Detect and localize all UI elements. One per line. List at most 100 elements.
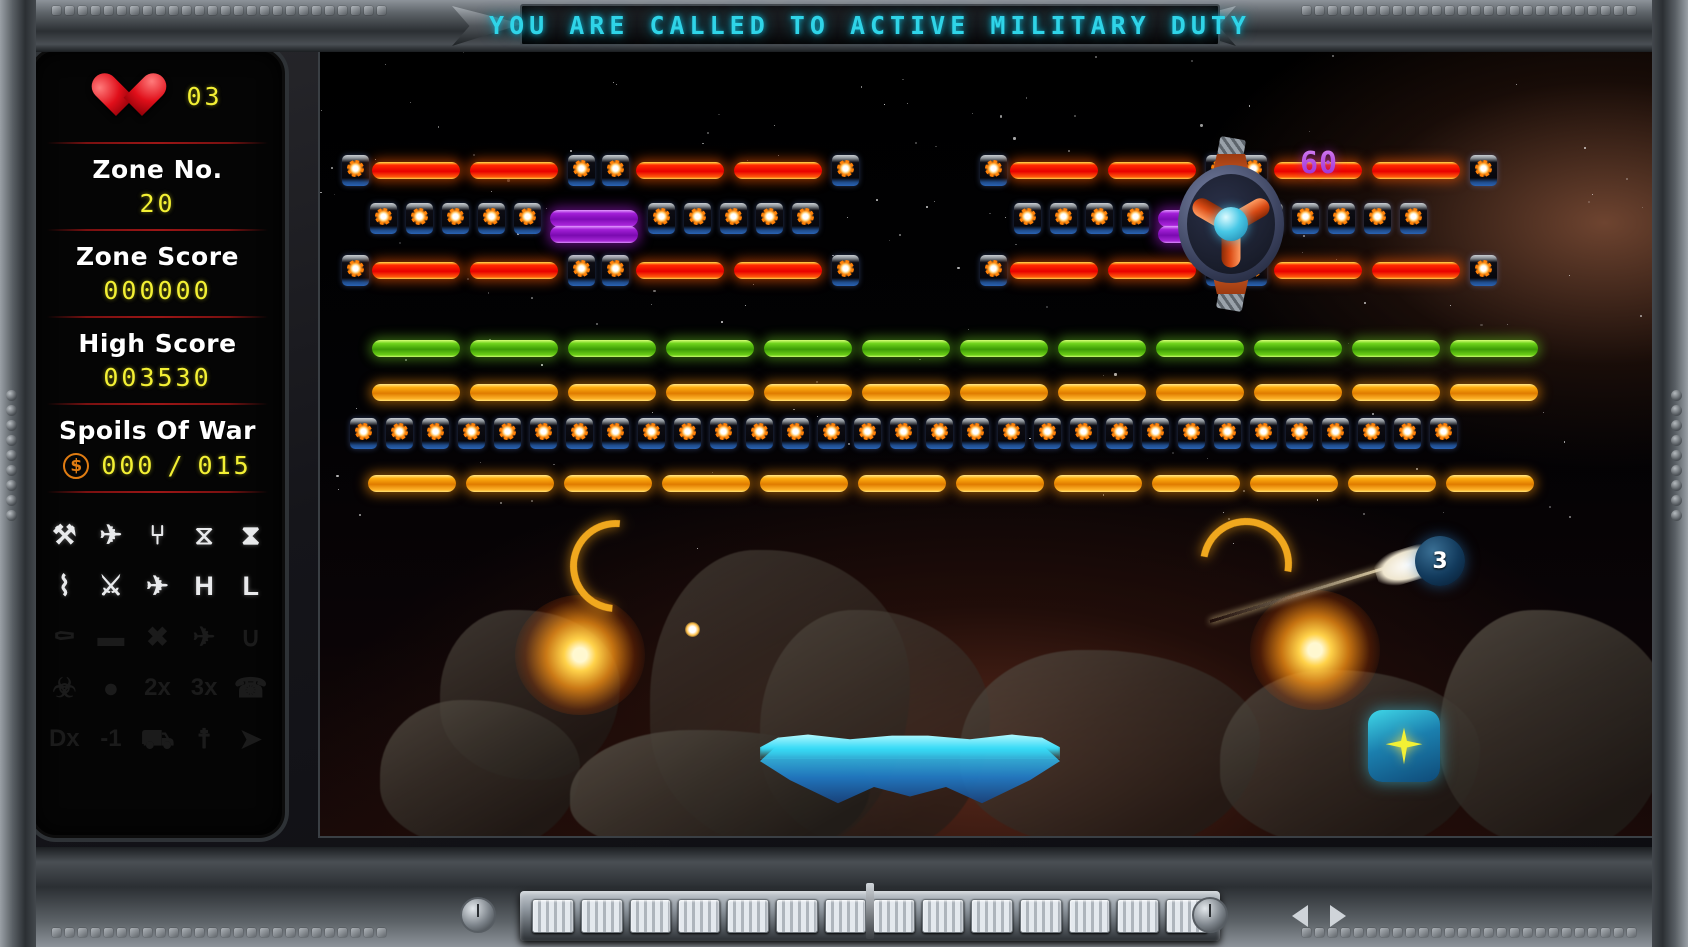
- brick-sun[interactable]: [1214, 418, 1241, 449]
- pistol-icon[interactable]: ⚰: [43, 616, 86, 658]
- play-field[interactable]: 60 3: [318, 48, 1660, 838]
- brick-sun[interactable]: [342, 155, 369, 186]
- laser-bar-icon[interactable]: ▬: [90, 616, 133, 658]
- brick-orange[interactable]: [960, 384, 1048, 401]
- brick-sun[interactable]: [530, 418, 557, 449]
- control-key[interactable]: [1019, 899, 1062, 933]
- drone-icon[interactable]: ✈: [183, 616, 226, 658]
- brick-sun[interactable]: [568, 155, 595, 186]
- brick-sun[interactable]: [832, 155, 859, 186]
- brick-red[interactable]: [734, 162, 822, 179]
- powerup-inventory[interactable]: ⚒ ✈ ⑂ ⧖ ⧗ ⌇ ⚔ ✈ H L ⚰ ▬ ✖ ✈ ∪ ☣ ● 2x 3x ☎ Dx -1 ⛟ ☨ ➤: [33, 502, 282, 760]
- grenade-icon[interactable]: ●: [90, 667, 133, 709]
- brick-orange[interactable]: [956, 475, 1044, 492]
- brick-orange[interactable]: [1352, 384, 1440, 401]
- life-minus-icon[interactable]: -1: [90, 718, 133, 760]
- medkit-icon[interactable]: ⚒: [43, 514, 86, 556]
- brick-sun[interactable]: [926, 418, 953, 449]
- brick-sun[interactable]: [602, 155, 629, 186]
- brick-sun[interactable]: [1050, 203, 1077, 234]
- brick-sun[interactable]: [406, 203, 433, 234]
- brick-green[interactable]: [470, 340, 558, 357]
- control-key[interactable]: [678, 899, 721, 933]
- brick-sun[interactable]: [1142, 418, 1169, 449]
- multiplier-2x-icon[interactable]: 2x: [136, 667, 179, 709]
- brick-sun[interactable]: [422, 418, 449, 449]
- dual-rifles-icon[interactable]: ⚔: [90, 565, 133, 607]
- dx-icon[interactable]: Dx: [43, 718, 86, 760]
- brick-red[interactable]: [734, 262, 822, 279]
- brick-orange[interactable]: [470, 384, 558, 401]
- brick-orange[interactable]: [564, 475, 652, 492]
- brick-green[interactable]: [1058, 340, 1146, 357]
- brick-sun[interactable]: [854, 418, 881, 449]
- brick-red[interactable]: [372, 162, 460, 179]
- machine-control-bar[interactable]: [520, 883, 1220, 941]
- brick-red[interactable]: [1372, 162, 1460, 179]
- brick-sun[interactable]: [1322, 418, 1349, 449]
- brick-green[interactable]: [1352, 340, 1440, 357]
- brick-orange[interactable]: [760, 475, 848, 492]
- brick-sun[interactable]: [746, 418, 773, 449]
- brick-sun[interactable]: [818, 418, 845, 449]
- brick-green[interactable]: [862, 340, 950, 357]
- brick-sun[interactable]: [1122, 203, 1149, 234]
- brick-sun[interactable]: [998, 418, 1025, 449]
- paddle-expand-icon[interactable]: ⧗: [229, 514, 272, 556]
- brick-sun[interactable]: [350, 418, 377, 449]
- tank-icon[interactable]: ⛟: [136, 718, 179, 760]
- control-key[interactable]: [873, 899, 916, 933]
- brick-red[interactable]: [1372, 262, 1460, 279]
- triple-bullet-icon[interactable]: ⑂: [136, 514, 179, 556]
- brick-orange[interactable]: [466, 475, 554, 492]
- brick-sun[interactable]: [832, 255, 859, 286]
- brick-red[interactable]: [470, 162, 558, 179]
- brick-sun[interactable]: [1286, 418, 1313, 449]
- brick-sun[interactable]: [386, 418, 413, 449]
- knife-icon[interactable]: ☨: [183, 718, 226, 760]
- knob-left[interactable]: [460, 897, 496, 933]
- brick-sun[interactable]: [568, 255, 595, 286]
- brick-orange[interactable]: [764, 384, 852, 401]
- brick-sun[interactable]: [782, 418, 809, 449]
- control-key[interactable]: [629, 899, 672, 933]
- bomb-icon[interactable]: ✈: [90, 514, 133, 556]
- control-key[interactable]: [775, 899, 818, 933]
- brick-orange[interactable]: [1054, 475, 1142, 492]
- star-burst-icon[interactable]: ✖: [136, 616, 179, 658]
- radio-icon[interactable]: ☎: [229, 667, 272, 709]
- brick-sun[interactable]: [684, 203, 711, 234]
- brick-orange[interactable]: [1254, 384, 1342, 401]
- spinner-boss[interactable]: [1172, 135, 1290, 313]
- brick-orange[interactable]: [1446, 475, 1534, 492]
- brick-orange[interactable]: [1156, 384, 1244, 401]
- brick-sun[interactable]: [1014, 203, 1041, 234]
- brick-sun[interactable]: [638, 418, 665, 449]
- brick-sun[interactable]: [674, 418, 701, 449]
- brick-sun[interactable]: [1394, 418, 1421, 449]
- brick-green[interactable]: [372, 340, 460, 357]
- control-key[interactable]: [1068, 899, 1111, 933]
- brick-green[interactable]: [764, 340, 852, 357]
- paddle-shrink-icon[interactable]: ⧖: [183, 514, 226, 556]
- mine-icon[interactable]: ☣: [43, 667, 86, 709]
- multiplier-3x-icon[interactable]: 3x: [183, 667, 226, 709]
- brick-orange[interactable]: [568, 384, 656, 401]
- control-key[interactable]: [727, 899, 769, 933]
- brick-sun[interactable]: [1470, 255, 1497, 286]
- brick-sun[interactable]: [566, 418, 593, 449]
- brick-sun[interactable]: [370, 203, 397, 234]
- control-key[interactable]: [922, 899, 965, 933]
- powerup-capsule[interactable]: [1368, 710, 1440, 782]
- brick-sun[interactable]: [1470, 155, 1497, 186]
- brick-sun[interactable]: [1250, 418, 1277, 449]
- brick-red[interactable]: [636, 262, 724, 279]
- control-key[interactable]: [580, 899, 623, 933]
- brick-green[interactable]: [666, 340, 754, 357]
- shotgun-icon[interactable]: ➤: [229, 718, 272, 760]
- player-paddle[interactable]: [760, 734, 1060, 806]
- brick-purple[interactable]: [550, 210, 638, 227]
- brick-red[interactable]: [470, 262, 558, 279]
- brick-sun[interactable]: [756, 203, 783, 234]
- brick-green[interactable]: [960, 340, 1048, 357]
